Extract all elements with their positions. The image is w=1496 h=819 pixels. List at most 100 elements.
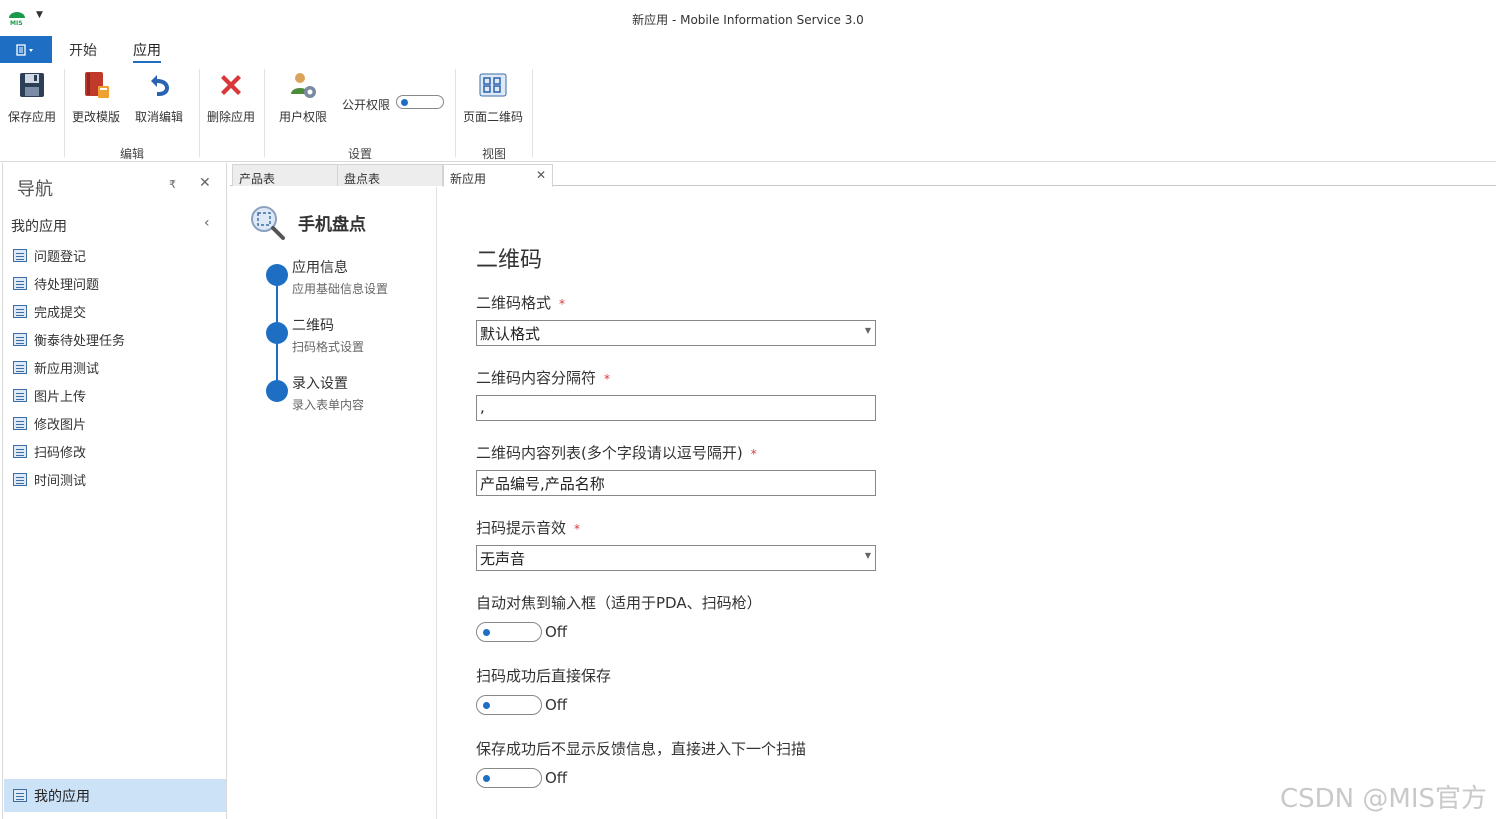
form-icon xyxy=(13,472,27,486)
select-value: 无声音 xyxy=(480,550,526,568)
step-name[interactable]: 二维码 xyxy=(292,315,334,335)
group-label-settings: 设置 xyxy=(348,147,373,161)
tab-product-table[interactable]: 产品表 xyxy=(232,164,342,186)
no-feedback-label: 保存成功后不显示反馈信息，直接进入下一个扫描 xyxy=(476,740,807,758)
form-icon xyxy=(13,388,27,402)
auto-focus-toggle[interactable] xyxy=(476,622,542,642)
file-menu-icon xyxy=(16,43,33,56)
save-app-label: 保存应用 xyxy=(8,110,57,124)
cancel-edit-label: 取消编辑 xyxy=(135,110,184,124)
ribbon-separator xyxy=(264,69,265,157)
pin-icon[interactable]: ₹ xyxy=(169,178,176,191)
nav-item[interactable]: 待处理问题 xyxy=(13,272,99,294)
form-icon xyxy=(13,332,27,346)
group-label-view: 视图 xyxy=(482,147,507,161)
nav-item-label: 时间测试 xyxy=(34,473,87,489)
form-icon xyxy=(13,789,27,802)
navigation-panel: 导航 ₹ ✕ 我的应用 ‹ 问题登记 待处理问题 完成提交 衡泰待处理任务 新应… xyxy=(2,163,227,819)
window-title: 新应用 - Mobile Information Service 3.0 xyxy=(632,13,864,27)
nav-item[interactable]: 新应用测试 xyxy=(13,356,99,378)
file-menu-button[interactable] xyxy=(0,36,52,63)
qr-format-select[interactable]: 默认格式 ▼ xyxy=(476,320,876,346)
dropdown-caret-icon: ▼ xyxy=(864,326,871,335)
save-app-button[interactable]: 保存应用 xyxy=(8,69,56,125)
user-permission-button[interactable]: 用户权限 xyxy=(279,69,327,125)
form-heading: 二维码 xyxy=(476,248,543,273)
select-value: 默认格式 xyxy=(480,325,541,343)
separator-input[interactable]: , xyxy=(476,395,876,421)
no-feedback-state: Off xyxy=(545,769,568,787)
undo-icon xyxy=(151,75,169,96)
ribbon-toolbar: 保存应用 更改模版 取消编辑 删除应用 编辑 用户权限 公开权限 设置 页面二维… xyxy=(0,63,1496,162)
close-icon[interactable]: ✕ xyxy=(199,175,211,191)
ribbon-tabs: 开始 应用 xyxy=(0,36,1496,63)
nav-item-label: 待处理问题 xyxy=(34,277,100,293)
label-text: 二维码格式 xyxy=(476,294,552,312)
nav-item[interactable]: 图片上传 xyxy=(13,384,86,406)
tab-label: 盘点表 xyxy=(344,172,381,186)
chevron-left-icon[interactable]: ‹ xyxy=(204,215,210,231)
tab-label: 产品表 xyxy=(239,172,276,186)
scan-sound-select[interactable]: 无声音 ▼ xyxy=(476,545,876,571)
document-tabs: 产品表 盘点表 新应用 ✕ xyxy=(230,163,1496,187)
auto-focus-state: Off xyxy=(545,623,568,641)
qrcode-icon xyxy=(479,73,507,97)
step-desc: 录入表单内容 xyxy=(292,398,365,412)
label-text: 二维码内容列表(多个字段请以逗号隔开) xyxy=(476,444,743,462)
qr-format-label: 二维码格式 * xyxy=(476,292,565,313)
save-on-scan-toggle[interactable] xyxy=(476,695,542,715)
nav-item-label: 修改图片 xyxy=(34,417,87,433)
page-qrcode-button[interactable]: 页面二维码 xyxy=(463,69,523,125)
tab-start[interactable]: 开始 xyxy=(69,40,97,60)
step-desc: 扫码格式设置 xyxy=(292,340,365,354)
nav-item-label: 问题登记 xyxy=(34,249,87,265)
watermark: CSDN @MIS官方 xyxy=(1280,784,1487,814)
step-name[interactable]: 录入设置 xyxy=(292,373,348,393)
steps-panel: 手机盘点 应用信息 应用基础信息设置 二维码 扫码格式设置 录入设置 录入表单内… xyxy=(230,187,437,819)
page-qrcode-label: 页面二维码 xyxy=(463,110,524,124)
save-on-scan-state: Off xyxy=(545,696,568,714)
nav-item-label: 图片上传 xyxy=(34,389,87,405)
nav-footer-my-apps[interactable]: 我的应用 xyxy=(4,779,226,812)
step-name[interactable]: 应用信息 xyxy=(292,257,348,277)
required-mark: * xyxy=(750,447,757,461)
group-label-edit: 编辑 xyxy=(120,147,145,161)
close-tab-icon[interactable]: ✕ xyxy=(536,168,546,182)
step-dot[interactable] xyxy=(266,264,288,286)
ribbon-separator xyxy=(455,69,456,157)
cancel-edit-button[interactable]: 取消编辑 xyxy=(135,69,183,125)
delete-x-icon xyxy=(221,75,241,95)
form-icon xyxy=(13,416,27,430)
step-dot[interactable] xyxy=(266,380,288,402)
no-feedback-toggle[interactable] xyxy=(476,768,542,788)
tab-app[interactable]: 应用 xyxy=(133,40,161,63)
delete-app-label: 删除应用 xyxy=(207,110,256,124)
public-permission-toggle[interactable] xyxy=(396,95,444,109)
template-book-icon xyxy=(85,72,109,98)
user-permission-icon xyxy=(291,73,316,98)
tab-new-app[interactable]: 新应用 ✕ xyxy=(443,164,553,187)
nav-footer-label: 我的应用 xyxy=(34,788,90,805)
save-icon xyxy=(20,73,44,97)
form-icon xyxy=(13,276,27,290)
tab-inventory-table[interactable]: 盘点表 xyxy=(337,164,443,186)
separator-label: 二维码内容分隔符 * xyxy=(476,367,610,388)
nav-item[interactable]: 时间测试 xyxy=(13,468,86,490)
nav-item-label: 扫码修改 xyxy=(34,445,87,461)
nav-item[interactable]: 完成提交 xyxy=(13,300,86,322)
change-template-button[interactable]: 更改模版 xyxy=(72,69,120,125)
delete-app-button[interactable]: 删除应用 xyxy=(207,69,255,125)
scan-magnifier-icon xyxy=(251,206,285,240)
required-mark: * xyxy=(559,297,566,311)
dropdown-caret-icon: ▼ xyxy=(864,551,871,560)
nav-item[interactable]: 问题登记 xyxy=(13,244,86,266)
nav-item[interactable]: 衡泰待处理任务 xyxy=(13,328,125,350)
form-icon xyxy=(13,248,27,262)
content-list-input[interactable]: 产品编号,产品名称 xyxy=(476,470,876,496)
form-icon xyxy=(13,304,27,318)
form-icon xyxy=(13,444,27,458)
step-dot[interactable] xyxy=(266,322,288,344)
nav-item[interactable]: 扫码修改 xyxy=(13,440,86,462)
nav-section-title: 我的应用 xyxy=(11,219,67,235)
nav-item[interactable]: 修改图片 xyxy=(13,412,86,434)
